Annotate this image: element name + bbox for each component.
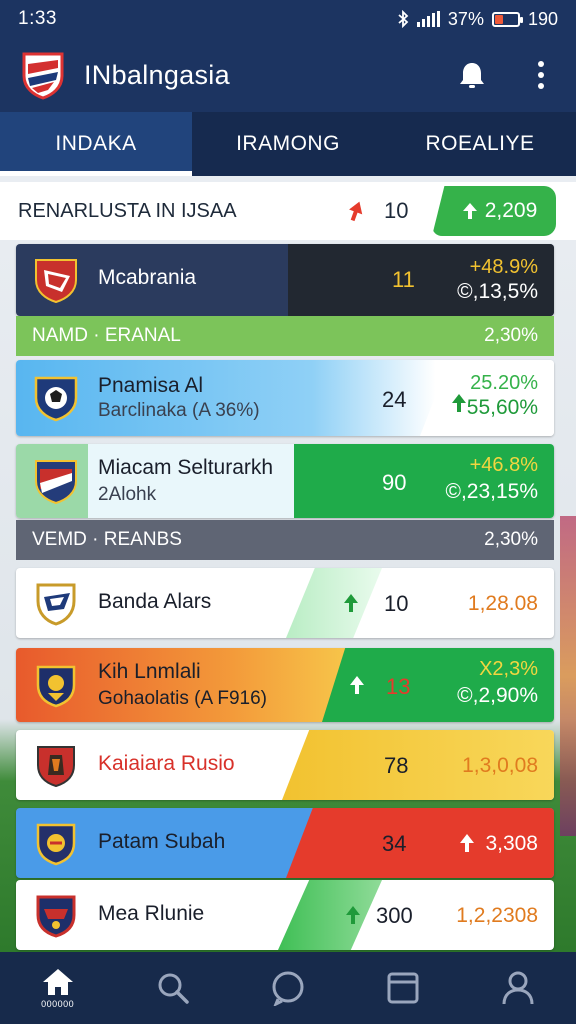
team-score: 78	[384, 753, 409, 778]
arrow-up-icon	[350, 676, 364, 694]
status-bar: 1:33 37% 190	[0, 0, 576, 38]
more-dot-icon	[538, 72, 544, 78]
list-item[interactable]: Miacam Selturarkh 2Alohk 90 +46.8% ©,23,…	[16, 444, 554, 518]
tab-indaka[interactable]: INDAKA	[0, 112, 192, 176]
tab-iramong[interactable]: IRAMONG	[192, 112, 384, 176]
team-score: 300	[376, 903, 413, 928]
team-score: 11	[392, 267, 415, 292]
chat-bubble-icon	[272, 971, 304, 1006]
nav-home-label: 000000	[41, 999, 75, 1009]
team-change: 25.20%	[470, 372, 538, 394]
battery-icon	[491, 11, 523, 27]
more-dot-icon	[538, 61, 544, 67]
app-title: INbalngasia	[84, 59, 230, 90]
more-dot-icon	[538, 83, 544, 89]
team-badge-icon	[36, 823, 76, 866]
section-header: NAMD · ERANAL 2,30%	[16, 316, 554, 356]
team-score: 34	[382, 831, 407, 856]
team-value: 3,308	[485, 832, 538, 855]
profile-icon	[502, 971, 534, 1005]
battery-percent: 37%	[447, 8, 484, 29]
team-change: +46.8%	[469, 454, 538, 476]
team-rate: ©,23,15%	[445, 480, 538, 503]
team-score: 13	[386, 674, 411, 699]
bottom-nav: 000000	[0, 952, 576, 1024]
signal-icon	[416, 11, 440, 27]
team-score: 10	[384, 591, 409, 616]
team-name: Pnamisa Al	[98, 374, 204, 397]
section-value: 2,30%	[484, 325, 538, 346]
team-name: Miacam Selturarkh	[98, 456, 274, 479]
status-icons: 37% 190	[397, 9, 558, 30]
header-total-value: 2,209	[484, 199, 538, 222]
section-label: NAMD · ERANAL	[32, 325, 181, 346]
arrow-up-icon	[460, 834, 474, 852]
nav-profile[interactable]	[461, 952, 576, 1024]
team-name: Mcabrania	[98, 266, 197, 289]
list-header-title: RENARLUSTA IN IJSAA	[18, 199, 237, 222]
notification-button[interactable]	[454, 56, 490, 94]
team-badge-icon	[35, 460, 77, 505]
team-name: Kaiaiara Rusio	[98, 752, 235, 775]
team-subtitle: Barclinaka (A 36%)	[98, 400, 260, 421]
list-item[interactable]: Banda Alars 10 1,28.08	[16, 568, 554, 638]
tab-bar: INDAKA IRAMONG ROEALIYE	[0, 112, 576, 176]
football-badge-icon	[34, 376, 78, 422]
inbox-icon	[387, 972, 419, 1004]
team-value: 1,2,2308	[456, 904, 538, 927]
section-label: VEMD · REANBS	[32, 529, 182, 550]
team-rate: ©,13,5%	[457, 280, 538, 303]
content-area: RENARLUSTA IN IJSAA 10 2,209 Mcabrania 1…	[0, 176, 576, 952]
team-badge-icon	[36, 665, 76, 708]
team-badge-icon	[37, 746, 75, 788]
list-item[interactable]: Pnamisa Al Barclinaka (A 36%) 24 25.20% …	[16, 360, 554, 436]
tab-roealiye[interactable]: ROEALIYE	[384, 112, 576, 176]
team-change: +48.9%	[469, 256, 538, 278]
team-name: Kih Lnmlali	[98, 660, 201, 683]
list-header-count: 10	[384, 198, 409, 223]
home-icon	[42, 969, 73, 995]
team-subtitle: Gohaolatis (A F916)	[98, 688, 267, 709]
search-icon	[158, 973, 189, 1004]
nav-search[interactable]	[115, 952, 230, 1024]
bluetooth-icon	[398, 10, 409, 28]
nav-home[interactable]: 000000	[0, 952, 115, 1024]
team-score: 24	[382, 387, 407, 412]
app-logo-icon	[22, 52, 64, 100]
arrow-up-icon	[462, 203, 477, 219]
team-badge-icon	[36, 583, 76, 626]
team-rate: 55,60%	[466, 396, 538, 419]
team-name: Mea Rlunie	[98, 902, 205, 925]
list-item[interactable]: Mea Rlunie 300 1,2,2308	[16, 880, 554, 950]
status-time: 1:33	[18, 8, 57, 29]
team-name: Banda Alars	[98, 590, 212, 613]
nav-chat[interactable]	[230, 952, 345, 1024]
more-options-button[interactable]	[526, 56, 556, 94]
arrow-up-icon	[346, 906, 360, 924]
list-item[interactable]: Kaiaiara Rusio 78 1,3,0,08	[16, 730, 554, 800]
nav-inbox[interactable]	[346, 952, 461, 1024]
trend-up-arrow-icon	[349, 201, 363, 222]
section-header: VEMD · REANBS 2,30%	[16, 520, 554, 560]
header-total-badge[interactable]: 2,209	[432, 186, 556, 236]
status-extra: 190	[527, 8, 558, 29]
bell-icon	[460, 63, 484, 88]
team-change: X2,3%	[479, 658, 538, 680]
team-value: 1,3,0,08	[462, 754, 538, 777]
list-header: RENARLUSTA IN IJSAA 10 2,209	[0, 182, 576, 240]
team-score: 90	[382, 470, 407, 495]
team-badge-icon	[35, 259, 77, 304]
team-subtitle: 2Alohk	[98, 484, 157, 505]
team-value: 1,28.08	[467, 592, 538, 615]
team-rate: ©,2,90%	[457, 684, 538, 707]
list-item[interactable]: Kih Lnmlali Gohaolatis (A F916) 13 X2,3%…	[16, 648, 554, 722]
arrow-up-icon	[344, 594, 358, 612]
list-item[interactable]: Mcabrania 11 +48.9% ©,13,5%	[16, 244, 554, 316]
team-badge-icon	[36, 895, 76, 938]
team-name: Patam Subah	[98, 830, 226, 853]
app-bar: INbalngasia	[0, 38, 576, 112]
section-value: 2,30%	[484, 529, 538, 550]
arrow-up-icon	[452, 394, 466, 412]
list-item[interactable]: Patam Subah 34 3,308	[16, 808, 554, 878]
